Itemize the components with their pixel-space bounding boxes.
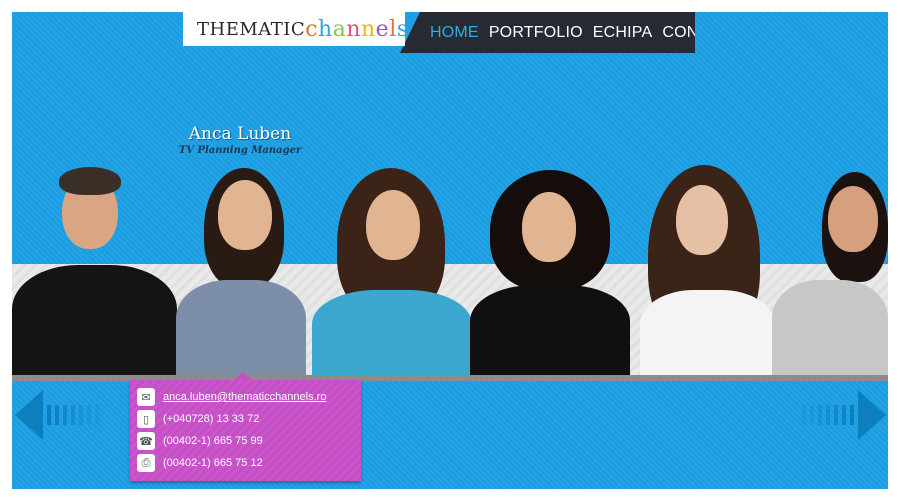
team-member-photo-4[interactable] [470, 170, 630, 375]
site-logo[interactable]: THEMATIC channels [183, 12, 408, 46]
telephone-icon: ☎ [137, 432, 155, 450]
nav-portfolio[interactable]: PORTFOLIO [489, 24, 583, 42]
logo-letter: c [305, 16, 319, 42]
contact-fax-row: ⎙ (00402-1) 665 75 12 [137, 454, 263, 472]
contact-card-pointer [234, 372, 252, 380]
logo-letter: h [318, 16, 333, 42]
profile-caption: Anca Luben TV Planning Manager [170, 124, 310, 156]
team-member-photo-1[interactable] [12, 165, 177, 375]
team-member-photo-6[interactable] [772, 172, 888, 375]
logo-letter: a [332, 16, 347, 42]
logo-letter: n [346, 16, 361, 42]
team-member-photo-3[interactable] [312, 168, 472, 375]
logo-letter: n [360, 16, 376, 42]
contact-email-link[interactable]: anca.luben@thematicchannels.ro [163, 391, 326, 403]
contact-mobile-row: ▯ (+040728) 13 33 72 [137, 410, 259, 428]
logo-text-thematic: THEMATIC [197, 18, 306, 40]
contact-phone-row: ☎ (00402-1) 665 75 99 [137, 432, 263, 450]
envelope-icon: ✉ [137, 388, 155, 406]
profile-title: TV Planning Manager [178, 145, 302, 156]
arrow-right-icon[interactable] [776, 390, 886, 440]
team-member-photo-5[interactable] [630, 165, 780, 375]
contact-mobile: (+040728) 13 33 72 [163, 413, 260, 425]
logo-text-channels: channels [305, 17, 408, 42]
contact-email-row: ✉ anca.luben@thematicchannels.ro [137, 388, 326, 406]
logo-letter: s [396, 16, 409, 42]
fax-icon: ⎙ [137, 454, 155, 472]
nav-home[interactable]: HOME [430, 24, 479, 42]
logo-letter: e [375, 16, 390, 42]
team-member-photo-2[interactable] [168, 168, 310, 375]
contact-phone: (00402-1) 665 75 99 [163, 435, 263, 447]
contact-fax: (00402-1) 665 75 12 [163, 457, 263, 469]
contact-card: ✉ anca.luben@thematicchannels.ro ▯ (+040… [130, 372, 361, 481]
profile-name: Anca Luben [188, 124, 292, 144]
logo-letter: l [389, 16, 397, 42]
arrow-left-icon[interactable] [15, 390, 125, 440]
main-navigation: HOME PORTFOLIO ECHIPA CONTACT [400, 12, 695, 53]
mobile-phone-icon: ▯ [137, 410, 155, 428]
nav-echipa[interactable]: ECHIPA [593, 24, 653, 42]
